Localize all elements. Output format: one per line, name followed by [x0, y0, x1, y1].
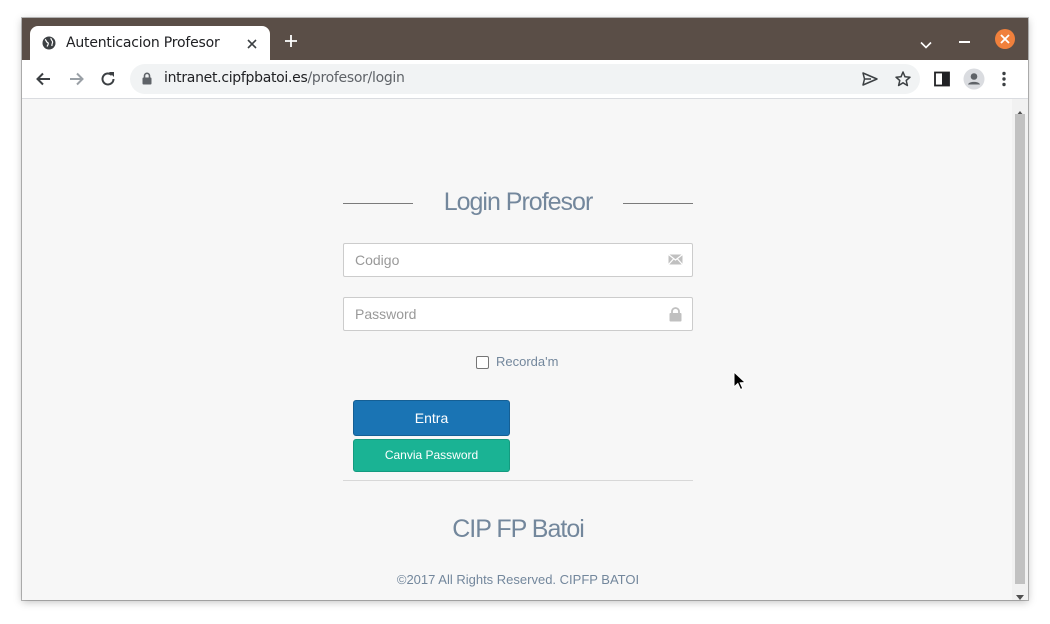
address-bar[interactable]: intranet.cipfpbatoi.es/profesor/login: [130, 64, 920, 94]
page-content: Login Profesor Recorda'm Entra Canvia Pa…: [22, 99, 1012, 600]
arrow-left-icon[interactable]: [35, 70, 53, 88]
arrow-right-icon[interactable]: [67, 70, 85, 88]
code-field: [343, 243, 693, 277]
browser-window: Autenticacion Profesor intranet.cipfpbat…: [22, 18, 1028, 600]
minimize-icon[interactable]: [959, 41, 970, 43]
brand-name: CIP FP Batoi: [452, 515, 585, 543]
remember-checkbox[interactable]: [476, 356, 489, 369]
password-input[interactable]: [344, 298, 665, 330]
globe-icon: [42, 36, 56, 50]
login-heading: Login Profesor: [343, 188, 693, 218]
url-text: intranet.cipfpbatoi.es/profesor/login: [164, 70, 405, 86]
remember-label[interactable]: Recorda'm: [496, 354, 558, 369]
send-icon[interactable]: [862, 72, 878, 86]
plus-icon[interactable]: [284, 34, 298, 48]
close-icon[interactable]: [246, 37, 258, 49]
password-field: [343, 297, 693, 331]
side-panel-icon[interactable]: [933, 70, 951, 88]
divider: [343, 480, 693, 481]
kebab-menu-icon[interactable]: [998, 70, 1010, 88]
url-host: intranet.cipfpbatoi.es: [164, 70, 308, 86]
tab-title: Autenticacion Profesor: [66, 35, 220, 51]
chevron-down-icon[interactable]: [920, 36, 932, 49]
window-close-button[interactable]: [995, 29, 1015, 49]
browser-toolbar: intranet.cipfpbatoi.es/profesor/login: [22, 60, 1028, 99]
change-password-button[interactable]: Canvia Password: [353, 439, 510, 472]
mouse-pointer-icon: [733, 370, 747, 396]
lock-icon[interactable]: [142, 72, 152, 85]
lock-icon: [669, 307, 682, 327]
star-icon[interactable]: [894, 70, 912, 88]
code-input[interactable]: [344, 244, 665, 276]
login-button[interactable]: Entra: [353, 400, 510, 436]
page-scrollbar[interactable]: [1012, 99, 1028, 600]
scroll-down-arrow-icon[interactable]: [1016, 588, 1024, 600]
close-icon: [1000, 34, 1010, 44]
heading-rule-right: [623, 203, 693, 204]
envelope-icon: [668, 253, 683, 271]
profile-icon[interactable]: [963, 68, 985, 90]
tab-strip: Autenticacion Profesor: [22, 18, 1028, 60]
url-path: /profesor/login: [307, 70, 405, 86]
tab-autenticacion-profesor[interactable]: Autenticacion Profesor: [30, 26, 270, 60]
copyright-text: ©2017 All Rights Reserved. CIPFP BATOI: [396, 572, 640, 587]
reload-icon[interactable]: [99, 70, 117, 88]
scrollbar-thumb[interactable]: [1015, 114, 1025, 584]
